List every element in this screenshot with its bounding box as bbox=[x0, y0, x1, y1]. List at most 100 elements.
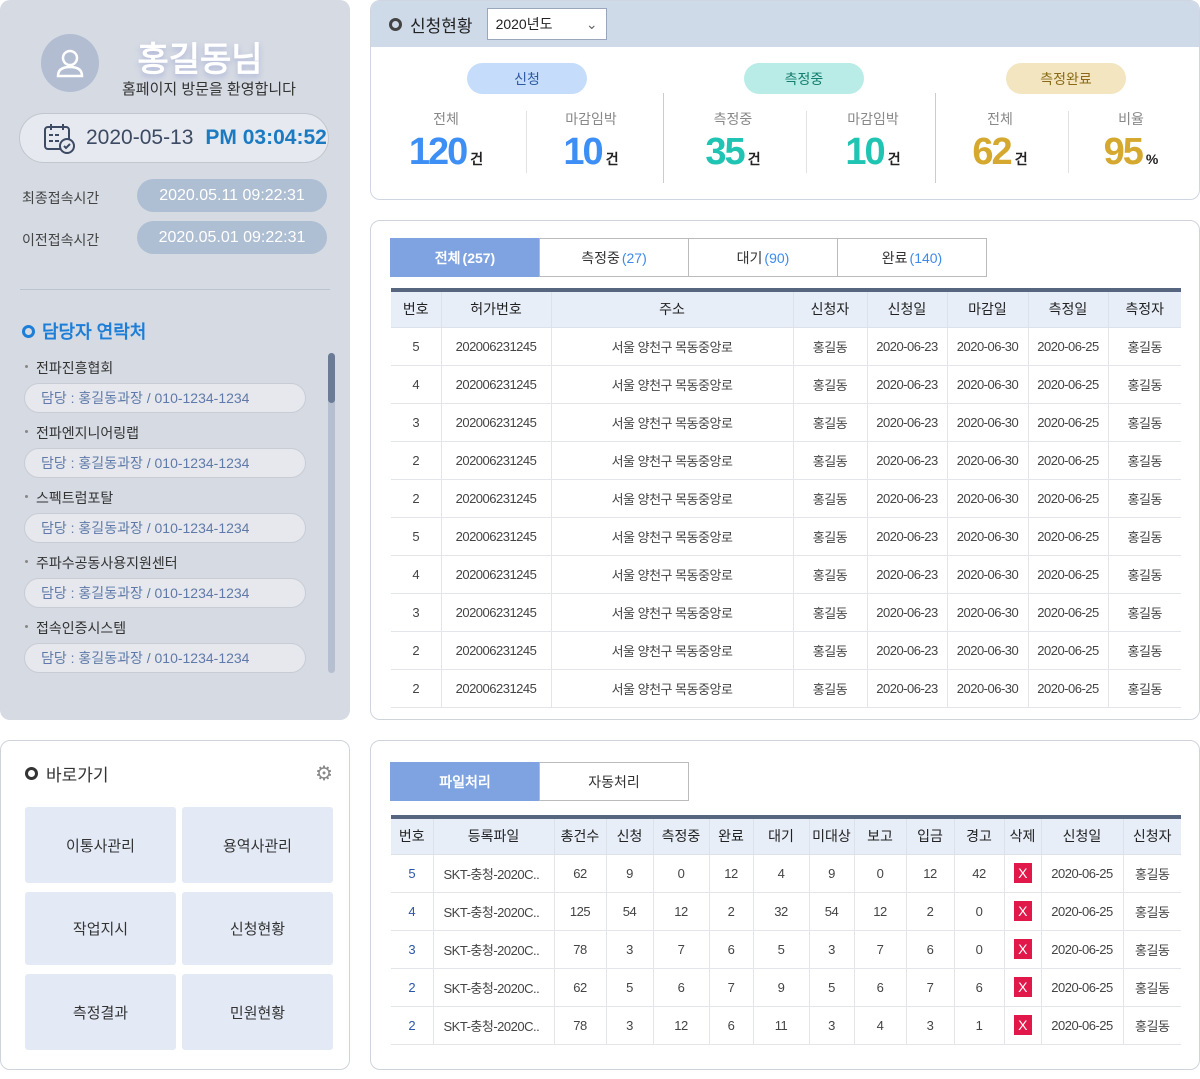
table-row[interactable]: 5 202006231245 서울 양천구 목동중앙로 홍길동 2020-06-23 20… bbox=[391, 516, 1181, 556]
tab-count: (90) bbox=[764, 249, 790, 266]
scrollbar-thumb[interactable] bbox=[328, 353, 335, 403]
table-cell: 홍길동 bbox=[792, 630, 868, 670]
table-row[interactable]: 4 202006231245 서울 양천구 목동중앙로 홍길동 2020-06-23 20… bbox=[391, 364, 1181, 404]
table-cell: 서울 양천구 목동중앙로 bbox=[550, 478, 794, 518]
table-cell: 홍길동 bbox=[792, 402, 868, 442]
table-cell: 2 bbox=[391, 668, 442, 708]
contact-info[interactable]: 담당 : 홍길동과장 / 010-1234-1234 bbox=[24, 383, 306, 413]
delete-cell: X bbox=[1003, 967, 1042, 1007]
table-cell: 2020-06-25 bbox=[1040, 1005, 1124, 1045]
column-header: 번호 bbox=[391, 816, 434, 855]
table-row[interactable]: 3 202006231245 서울 양천구 목동중앙로 홍길동 2020-06-23 20… bbox=[391, 402, 1181, 442]
table-cell: 홍길동 bbox=[1122, 929, 1181, 969]
calendar-check-icon bbox=[44, 124, 75, 154]
table-cell: 2020-06-30 bbox=[946, 440, 1029, 480]
table-cell: 2020-06-23 bbox=[866, 402, 948, 442]
shortcuts-panel: 바로가기 ⚙ 이통사관리 용역사관리 작업지시 신청현황 측정결과 민원현황 bbox=[0, 740, 350, 1070]
tab-1[interactable]: 자동처리 bbox=[539, 762, 689, 801]
contact-info[interactable]: 담당 : 홍길동과장 / 010-1234-1234 bbox=[24, 513, 306, 543]
column-header: 마감일 bbox=[946, 289, 1029, 328]
gear-icon[interactable]: ⚙ bbox=[315, 761, 333, 786]
table-cell: 4 bbox=[391, 891, 434, 931]
stat-item: 마감임박 10 건 bbox=[808, 1, 938, 174]
contacts-scrollbar[interactable] bbox=[328, 353, 335, 673]
tab-0[interactable]: 파일처리 bbox=[390, 762, 540, 801]
table-cell: 홍길동 bbox=[1122, 853, 1181, 893]
table-row[interactable]: 5 SKT-충청-2020C.. 62 9 0 12 4 9 0 12 42 X 2020-06-25 홍… bbox=[391, 853, 1181, 893]
contact-info[interactable]: 담당 : 홍길동과장 / 010-1234-1234 bbox=[24, 578, 306, 608]
file-table: 번호 등록파일 총건수 신청 측정중 완료 대기 미대상 보고 입금 경고 삭제 신청일 신청자 5 SKT-… bbox=[391, 815, 1181, 1045]
tab-0[interactable]: 전체 (257) bbox=[390, 238, 540, 277]
contact-org-name: 접속인증시스템 bbox=[24, 618, 306, 638]
table-row[interactable]: 2 SKT-충청-2020C.. 78 3 12 6 11 3 4 3 1 X 2020-06-25 홍길… bbox=[391, 1005, 1181, 1045]
table-cell: 2020-06-25 bbox=[1040, 891, 1124, 931]
table-cell: 2020-06-23 bbox=[866, 668, 948, 708]
shortcut-button[interactable]: 용역사관리 bbox=[182, 807, 333, 883]
table-cell: 12 bbox=[708, 853, 754, 893]
shortcut-button[interactable]: 민원현황 bbox=[182, 974, 333, 1050]
table-row[interactable]: 5 202006231245 서울 양천구 목동중앙로 홍길동 2020-06-23 20… bbox=[391, 326, 1181, 366]
table-row[interactable]: 2 202006231245 서울 양천구 목동중앙로 홍길동 2020-06-23 20… bbox=[391, 630, 1181, 670]
shortcut-button[interactable]: 작업지시 bbox=[25, 892, 176, 965]
table-cell: 2 bbox=[708, 891, 754, 931]
delete-icon[interactable]: X bbox=[1013, 977, 1032, 997]
contact-item: 전파진흥협회 담당 : 홍길동과장 / 010-1234-1234 bbox=[24, 358, 306, 413]
delete-icon[interactable]: X bbox=[1013, 901, 1032, 921]
table-cell: 2020-06-23 bbox=[866, 326, 948, 366]
column-header: 삭제 bbox=[1003, 816, 1042, 855]
table-row[interactable]: 2 202006231245 서울 양천구 목동중앙로 홍길동 2020-06-23 20… bbox=[391, 440, 1181, 480]
table-row[interactable]: 4 SKT-충청-2020C.. 125 54 12 2 32 54 12 2 0 X 2020-06-… bbox=[391, 891, 1181, 931]
shortcut-button[interactable]: 신청현황 bbox=[182, 892, 333, 965]
table-row[interactable]: 3 202006231245 서울 양천구 목동중앙로 홍길동 2020-06-23 20… bbox=[391, 592, 1181, 632]
table-cell: 2020-06-30 bbox=[946, 592, 1029, 632]
stat-number: 62 bbox=[972, 131, 1012, 173]
column-header: 미대상 bbox=[808, 816, 855, 855]
table-row[interactable]: 3 SKT-충청-2020C.. 78 3 7 6 5 3 7 6 0 X 2020-06-25 홍길동 bbox=[391, 929, 1181, 969]
table-cell: 2020-06-25 bbox=[1027, 478, 1109, 518]
table-cell: 5 bbox=[808, 967, 855, 1007]
table-cell: 2020-06-25 bbox=[1040, 929, 1124, 969]
table-cell: 202006231245 bbox=[440, 364, 552, 404]
table-cell: 홍길동 bbox=[1107, 364, 1181, 404]
tab-2[interactable]: 대기 (90) bbox=[688, 238, 838, 277]
table-cell: 서울 양천구 목동중앙로 bbox=[550, 668, 794, 708]
circle-bullet-icon bbox=[25, 767, 38, 780]
tab-3[interactable]: 완료 (140) bbox=[837, 238, 987, 277]
table-cell: 홍길동 bbox=[792, 592, 868, 632]
table-row[interactable]: 2 202006231245 서울 양천구 목동중앙로 홍길동 2020-06-23 20… bbox=[391, 478, 1181, 518]
table-row[interactable]: 2 SKT-충청-2020C.. 62 5 6 7 9 5 6 7 6 X 2020-06-25 홍길동 bbox=[391, 967, 1181, 1007]
table-cell: 2020-06-23 bbox=[866, 364, 948, 404]
table-cell: 홍길동 bbox=[1107, 554, 1181, 594]
user-panel: 홍길동님 홈페이지 방문을 환영합니다 2020-05-13 PM 03:04:… bbox=[0, 0, 350, 720]
table-cell: 6 bbox=[905, 929, 955, 969]
tab-count: (27) bbox=[621, 249, 647, 266]
table-cell: 5 bbox=[391, 516, 442, 556]
contact-info[interactable]: 담당 : 홍길동과장 / 010-1234-1234 bbox=[24, 448, 306, 478]
last-access: 최종접속시간 2020.05.11 09:22:31 bbox=[22, 179, 327, 212]
table-cell: 78 bbox=[553, 1005, 607, 1045]
tab-1[interactable]: 측정중 (27) bbox=[539, 238, 689, 277]
table-cell: 홍길동 bbox=[792, 668, 868, 708]
table-cell: 54 bbox=[605, 891, 654, 931]
column-header: 완료 bbox=[708, 816, 754, 855]
shortcut-button[interactable]: 이통사관리 bbox=[25, 807, 176, 883]
contact-info[interactable]: 담당 : 홍길동과장 / 010-1234-1234 bbox=[24, 643, 306, 673]
tab-label: 측정중 bbox=[581, 249, 620, 266]
delete-icon[interactable]: X bbox=[1013, 863, 1032, 883]
table-cell: 서울 양천구 목동중앙로 bbox=[550, 554, 794, 594]
delete-icon[interactable]: X bbox=[1013, 1015, 1032, 1035]
table-cell: 서울 양천구 목동중앙로 bbox=[550, 326, 794, 366]
table-row[interactable]: 4 202006231245 서울 양천구 목동중앙로 홍길동 2020-06-23 20… bbox=[391, 554, 1181, 594]
table-cell: SKT-충청-2020C.. bbox=[432, 1005, 555, 1045]
table-cell: 홍길동 bbox=[792, 554, 868, 594]
previous-access: 이전접속시간 2020.05.01 09:22:31 bbox=[22, 221, 327, 254]
tab-label: 완료 bbox=[881, 249, 908, 266]
table-cell: 서울 양천구 목동중앙로 bbox=[550, 402, 794, 442]
table-cell: 홍길동 bbox=[1107, 402, 1181, 442]
delete-icon[interactable]: X bbox=[1013, 939, 1032, 959]
table-cell: 12 bbox=[905, 853, 955, 893]
table-cell: 2020-06-30 bbox=[946, 478, 1029, 518]
shortcut-button[interactable]: 측정결과 bbox=[25, 974, 176, 1050]
stat-value: 62 건 bbox=[935, 131, 1065, 174]
table-row[interactable]: 2 202006231245 서울 양천구 목동중앙로 홍길동 2020-06-23 20… bbox=[391, 668, 1181, 708]
